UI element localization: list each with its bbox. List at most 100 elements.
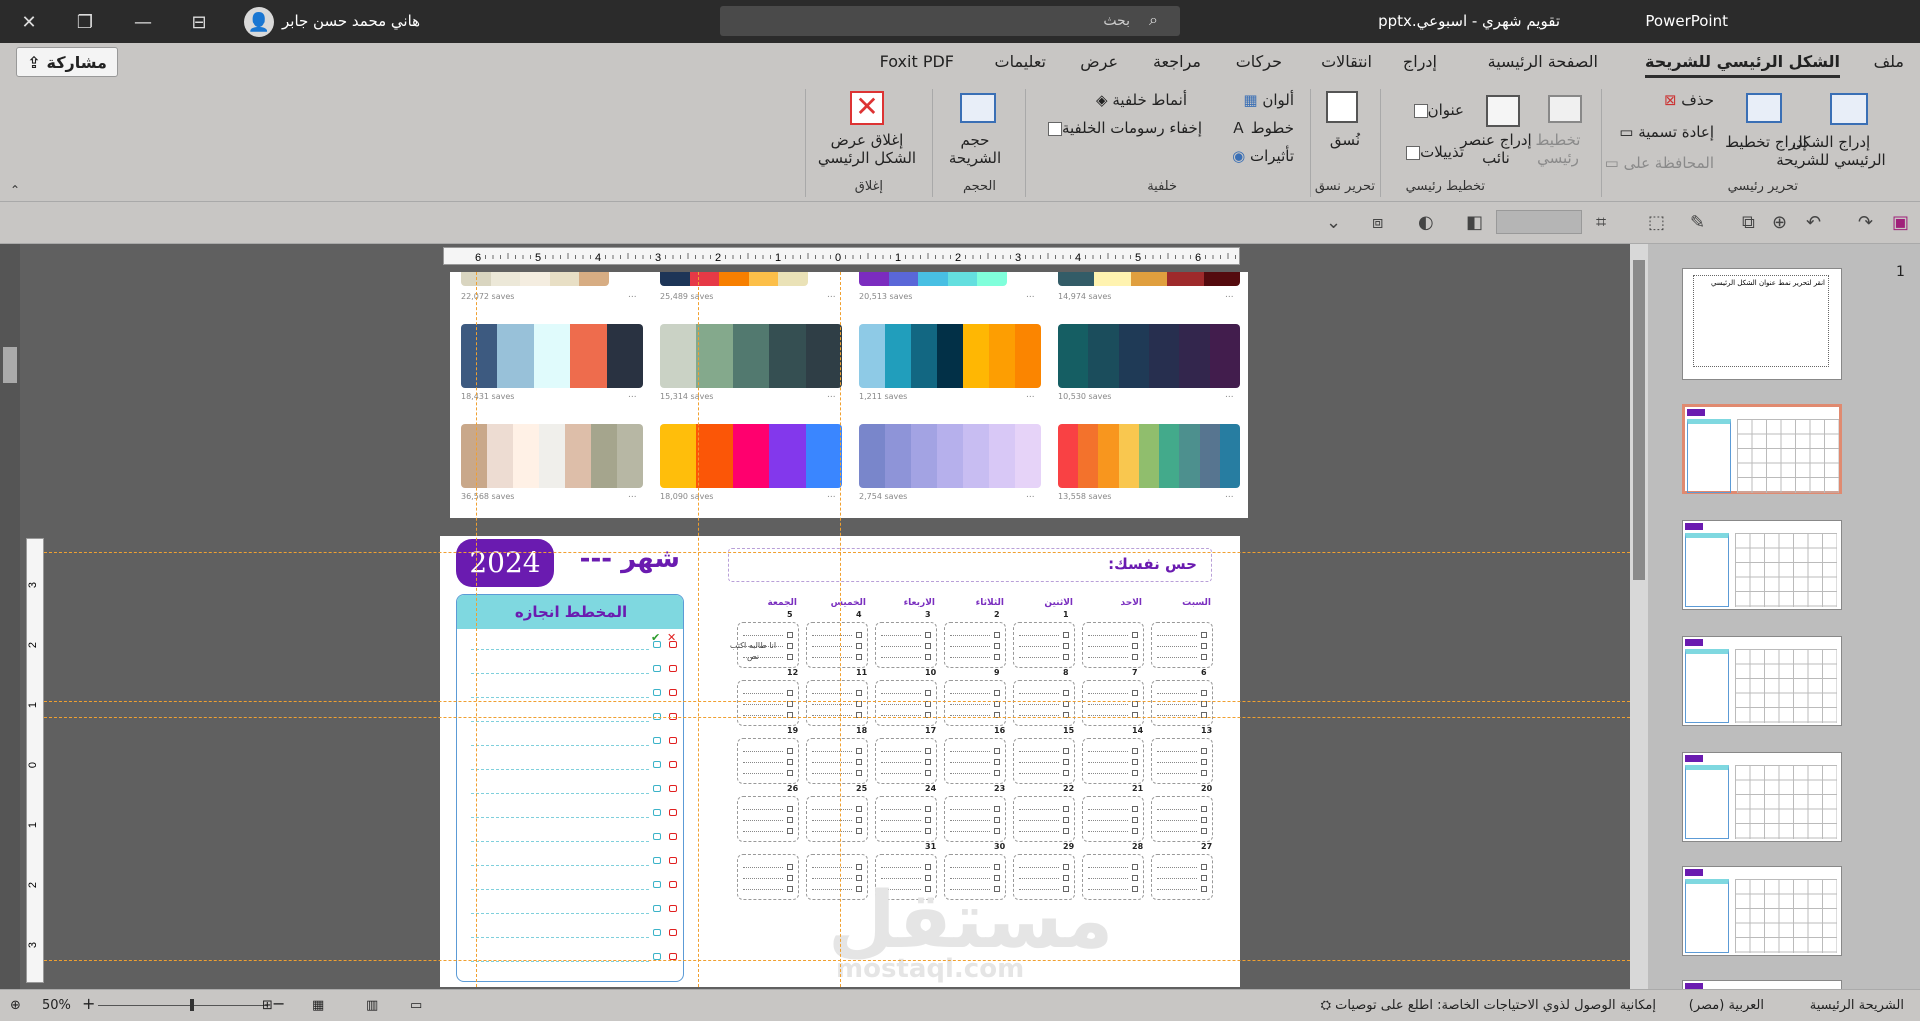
delete-button[interactable]: حذف ⊠: [1664, 91, 1714, 109]
calendar-day-cell[interactable]: [1082, 622, 1144, 668]
todo-skip-checkbox[interactable]: [669, 689, 677, 696]
cell-checkbox[interactable]: [1063, 886, 1069, 892]
calendar-day-cell[interactable]: [1082, 796, 1144, 842]
cell-checkbox[interactable]: [1063, 632, 1069, 638]
cell-checkbox[interactable]: [1063, 770, 1069, 776]
calendar-day-cell[interactable]: [944, 796, 1006, 842]
avatar[interactable]: 👤: [244, 7, 274, 37]
cell-checkbox[interactable]: [1063, 748, 1069, 754]
cell-checkbox[interactable]: [1063, 759, 1069, 765]
calendar-day-cell[interactable]: [944, 854, 1006, 900]
slide-sorter-icon[interactable]: ▦: [312, 998, 324, 1013]
tab-foxit[interactable]: Foxit PDF: [880, 52, 954, 71]
cell-checkbox[interactable]: [1063, 875, 1069, 881]
compare-icon[interactable]: ◧: [1466, 212, 1483, 233]
cell-checkbox[interactable]: [787, 654, 793, 660]
tab-insert[interactable]: إدراج: [1403, 52, 1437, 71]
zoom-out-icon[interactable]: −: [272, 994, 285, 1013]
cell-checkbox[interactable]: [994, 643, 1000, 649]
calendar-day-cell[interactable]: [875, 854, 937, 900]
cell-checkbox[interactable]: [1132, 770, 1138, 776]
cell-checkbox[interactable]: [925, 759, 931, 765]
calendar-day-cell[interactable]: [737, 796, 799, 842]
layout-thumbnail[interactable]: [1682, 866, 1842, 956]
close-master-view-button[interactable]: إغلاق عرض الشكل الرئيسي: [814, 131, 920, 167]
scroll-thumb[interactable]: [1633, 260, 1645, 580]
cell-checkbox[interactable]: [925, 817, 931, 823]
cell-checkbox[interactable]: [1132, 806, 1138, 812]
slide-size-button[interactable]: حجم الشريحة: [935, 131, 1015, 167]
todo-done-checkbox[interactable]: [653, 809, 661, 816]
cell-checkbox[interactable]: [925, 654, 931, 660]
save-icon[interactable]: ▣: [1892, 212, 1909, 233]
cell-checkbox[interactable]: [856, 864, 862, 870]
calendar-day-cell[interactable]: [806, 854, 868, 900]
cell-checkbox[interactable]: [856, 632, 862, 638]
more-icon[interactable]: ...: [827, 290, 836, 300]
font-size-box[interactable]: [1496, 210, 1582, 234]
calendar-day-cell[interactable]: [944, 738, 1006, 784]
todo-done-checkbox[interactable]: [653, 761, 661, 768]
todo-skip-checkbox[interactable]: [669, 881, 677, 888]
tab-slide-master[interactable]: الشكل الرئيسي للشريحة: [1645, 52, 1840, 78]
todo-done-checkbox[interactable]: [653, 737, 661, 744]
effects-dropdown[interactable]: تأثيرات ◉: [1232, 147, 1294, 165]
cell-checkbox[interactable]: [787, 759, 793, 765]
todo-done-checkbox[interactable]: [653, 953, 661, 960]
insert-layout-button[interactable]: إدراج تخطيط: [1724, 133, 1808, 151]
calendar-day-cell[interactable]: [1082, 738, 1144, 784]
hide-background-checkbox[interactable]: إخفاء رسومات الخلفية: [1044, 119, 1202, 137]
cell-checkbox[interactable]: [1132, 748, 1138, 754]
more-icon[interactable]: ...: [628, 290, 637, 300]
colors-dropdown[interactable]: ألوان ▦: [1243, 91, 1294, 109]
todo-skip-checkbox[interactable]: [669, 929, 677, 936]
cell-checkbox[interactable]: [994, 875, 1000, 881]
layout-thumbnail[interactable]: [1682, 404, 1842, 494]
todo-skip-checkbox[interactable]: [669, 809, 677, 816]
calendar-day-cell[interactable]: [1013, 854, 1075, 900]
tab-transitions[interactable]: انتقالات: [1321, 52, 1372, 71]
tab-animations[interactable]: حركات: [1236, 52, 1282, 71]
cell-checkbox[interactable]: [1063, 643, 1069, 649]
footers-checkbox[interactable]: تذييلات: [1402, 143, 1464, 161]
todo-done-checkbox[interactable]: [653, 665, 661, 672]
cell-checkbox[interactable]: [787, 770, 793, 776]
cell-checkbox[interactable]: [1201, 886, 1207, 892]
cell-checkbox[interactable]: [1132, 886, 1138, 892]
cell-checkbox[interactable]: [925, 770, 931, 776]
insert-placeholder-button[interactable]: إدراج عنصر نائب: [1456, 131, 1536, 167]
calendar-day-cell[interactable]: [875, 622, 937, 668]
redo-icon[interactable]: ↷: [1858, 212, 1873, 233]
cell-checkbox[interactable]: [925, 690, 931, 696]
cell-checkbox[interactable]: [1063, 806, 1069, 812]
todo-skip-checkbox[interactable]: [669, 953, 677, 960]
cell-checkbox[interactable]: [925, 643, 931, 649]
todo-done-checkbox[interactable]: [653, 857, 661, 864]
more-icon[interactable]: ...: [827, 390, 836, 400]
calendar-day-cell[interactable]: [1013, 796, 1075, 842]
layout-thumbnail[interactable]: [1682, 520, 1842, 610]
user-name[interactable]: هاني محمد حسن جابر: [282, 12, 420, 30]
calendar-day-cell[interactable]: [1151, 738, 1213, 784]
cell-checkbox[interactable]: [994, 864, 1000, 870]
cell-checkbox[interactable]: [787, 875, 793, 881]
more-icon[interactable]: ...: [628, 490, 637, 500]
cell-checkbox[interactable]: [1201, 690, 1207, 696]
cell-checkbox[interactable]: [925, 875, 931, 881]
cell-checkbox[interactable]: [856, 806, 862, 812]
cell-checkbox[interactable]: [994, 748, 1000, 754]
cell-checkbox[interactable]: [1063, 817, 1069, 823]
cell-checkbox[interactable]: [994, 806, 1000, 812]
calendar-day-cell[interactable]: [1082, 680, 1144, 726]
cell-checkbox[interactable]: [856, 817, 862, 823]
cell-checkbox[interactable]: [1063, 828, 1069, 834]
calendar-day-cell[interactable]: [806, 680, 868, 726]
cell-checkbox[interactable]: [787, 817, 793, 823]
calendar-day-cell[interactable]: [875, 680, 937, 726]
calendar-day-cell[interactable]: [806, 738, 868, 784]
left-scrollbar[interactable]: [0, 244, 20, 989]
todo-skip-checkbox[interactable]: [669, 761, 677, 768]
cell-checkbox[interactable]: [925, 806, 931, 812]
todo-skip-checkbox[interactable]: [669, 665, 677, 672]
scroll-thumb[interactable]: [3, 347, 17, 383]
